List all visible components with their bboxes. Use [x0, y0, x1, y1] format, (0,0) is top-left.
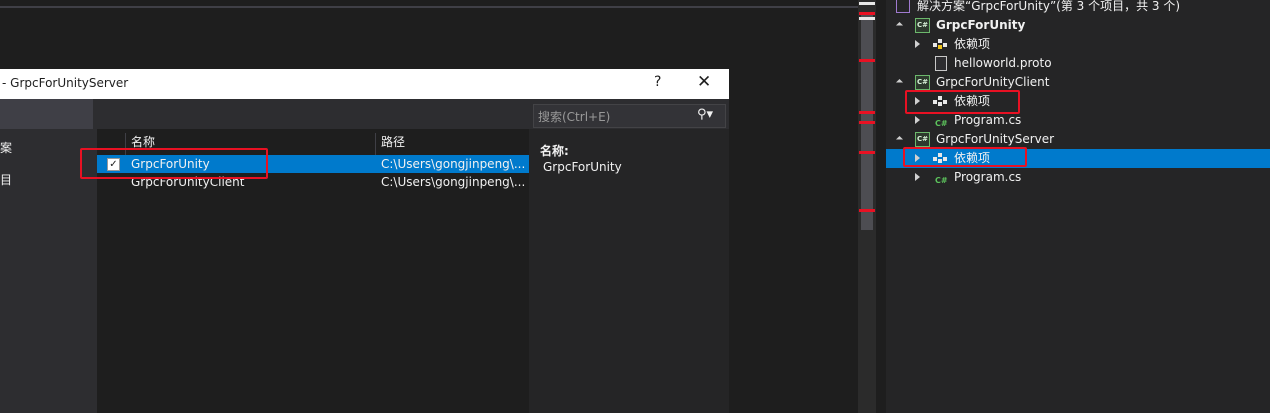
project-label: GrpcForUnity	[936, 18, 1026, 32]
nav-item-solution[interactable]: 案	[0, 139, 12, 156]
row-path: C:\Users\gongjinpeng\...	[381, 157, 526, 171]
editor-divider	[0, 6, 858, 8]
scroll-marker-error	[859, 121, 875, 124]
project-node-grpcforunity[interactable]: C# GrpcForUnity	[886, 16, 1270, 35]
panel-gutter	[876, 0, 886, 413]
file-icon	[935, 56, 947, 71]
nav-selected-item[interactable]	[0, 99, 93, 129]
detail-value: GrpcForUnity	[543, 160, 622, 174]
file-node-proto[interactable]: helloworld.proto	[886, 54, 1270, 73]
file-label: Program.cs	[954, 170, 1022, 184]
highlight-box	[80, 148, 268, 179]
dialog-nav-pane	[0, 99, 97, 413]
highlight-box	[903, 147, 1027, 167]
row-path: C:\Users\gongjinpeng\...	[381, 175, 526, 189]
dependencies-warning-icon	[933, 39, 947, 50]
csharp-project-icon: C#	[915, 75, 930, 90]
close-button[interactable]: ✕	[697, 72, 711, 92]
dialog-title-bar: - GrpcForUnityServer ? ✕	[0, 69, 729, 99]
dependencies-node[interactable]: 依赖项	[886, 35, 1270, 54]
csharp-file-icon: C#	[935, 176, 948, 185]
scroll-marker-error	[859, 12, 875, 15]
dialog-title: - GrpcForUnityServer	[2, 76, 129, 90]
reference-manager-dialog: - GrpcForUnityServer ? ✕ 案 目 搜索(Ctrl+E) …	[0, 69, 729, 413]
expand-right-icon[interactable]	[915, 40, 920, 48]
help-button[interactable]: ?	[654, 74, 661, 90]
dependencies-label: 依赖项	[954, 37, 991, 51]
scroll-marker-error	[859, 59, 875, 62]
search-icon[interactable]: ⚲▾	[697, 107, 713, 122]
file-label: helloworld.proto	[954, 56, 1052, 70]
scroll-marker-error	[859, 151, 875, 154]
scroll-marker	[859, 2, 875, 5]
search-placeholder: 搜索(Ctrl+E)	[538, 110, 611, 124]
solution-node[interactable]: 解决方案“GrpcForUnity”(第 3 个项目，共 3 个)	[886, 0, 1270, 16]
detail-label: 名称:	[540, 144, 569, 158]
solution-explorer: 解决方案“GrpcForUnity”(第 3 个项目，共 3 个) C# Grp…	[886, 0, 1270, 413]
scroll-marker	[859, 17, 875, 20]
nav-item-projects[interactable]: 目	[0, 171, 12, 188]
solution-label: 解决方案“GrpcForUnity”(第 3 个项目，共 3 个)	[917, 0, 1181, 13]
expand-down-icon[interactable]	[895, 135, 904, 144]
solution-icon	[896, 0, 910, 13]
expand-right-icon[interactable]	[915, 173, 920, 181]
column-header-path[interactable]: 路径	[381, 133, 405, 151]
expand-down-icon[interactable]	[895, 21, 904, 30]
csharp-project-icon: C#	[915, 132, 930, 147]
scroll-marker-error	[859, 111, 875, 114]
highlight-box	[905, 90, 1020, 114]
csharp-project-icon: C#	[915, 18, 930, 33]
expand-right-icon[interactable]	[915, 116, 920, 124]
expand-down-icon[interactable]	[895, 78, 904, 87]
column-separator[interactable]	[375, 133, 376, 155]
search-input[interactable]: 搜索(Ctrl+E) ⚲▾	[533, 104, 726, 128]
scroll-marker-error	[859, 209, 875, 212]
file-node-program[interactable]: C# Program.cs	[886, 168, 1270, 187]
